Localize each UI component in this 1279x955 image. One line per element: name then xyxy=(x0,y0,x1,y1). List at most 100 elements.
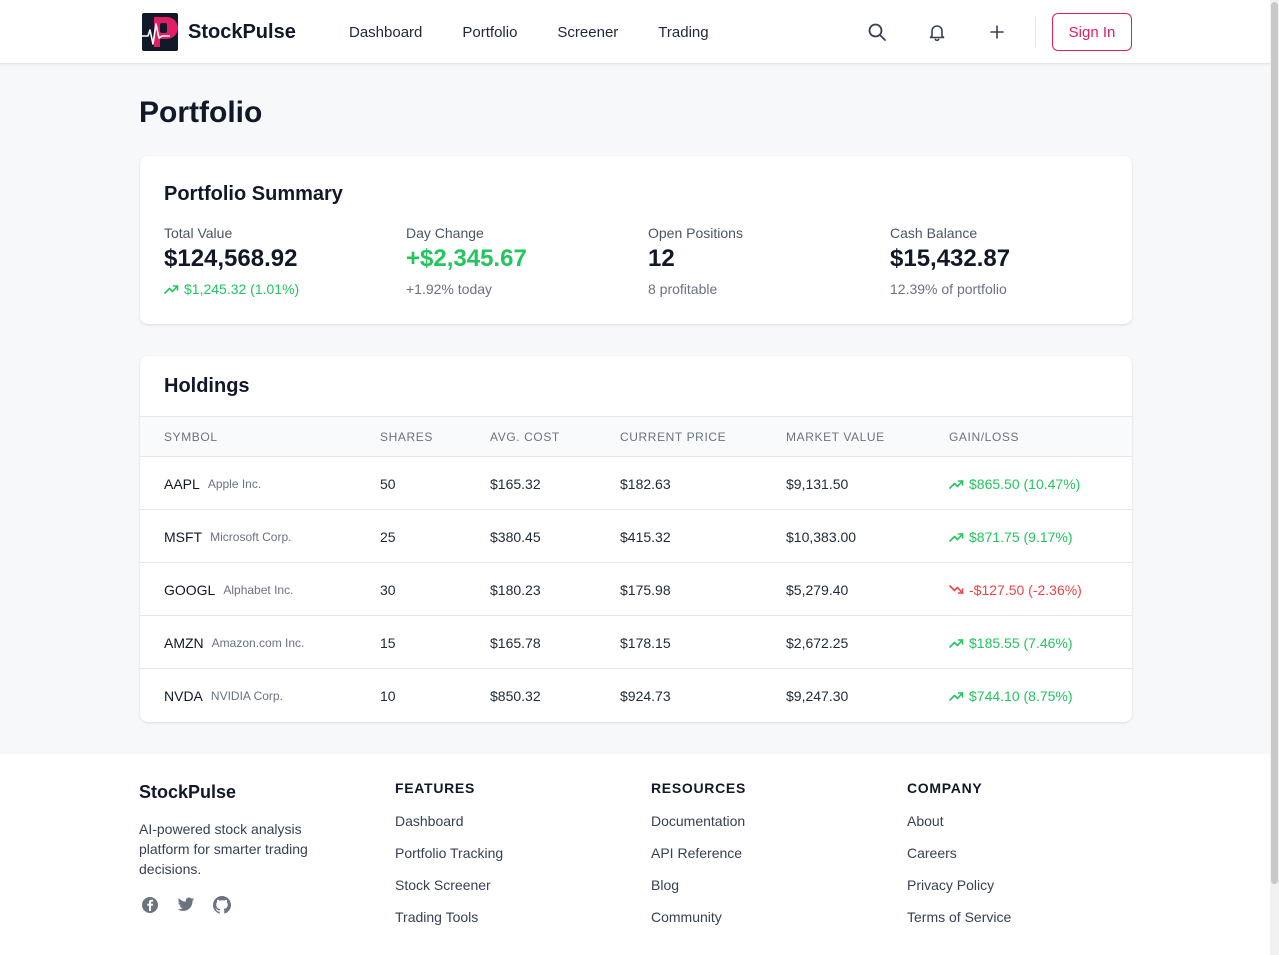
footer-col-title: COMPANY xyxy=(907,780,983,796)
facebook-icon[interactable] xyxy=(140,895,160,915)
stat-value: $124,568.92 xyxy=(164,245,298,272)
avg-cost-cell: $165.78 xyxy=(490,634,541,651)
stat-total-value: Total Value $124,568.92 $1,245.32 (1.01%… xyxy=(164,225,299,297)
footer-col-resources: RESOURCES Documentation API Reference Bl… xyxy=(651,780,746,927)
holdings-title: Holdings xyxy=(164,375,250,397)
current-price-cell: $924.73 xyxy=(620,687,671,704)
nav-screener[interactable]: Screener xyxy=(557,24,618,41)
footer-link-api-reference[interactable]: API Reference xyxy=(651,843,746,863)
stockpulse-logo-icon xyxy=(142,13,178,51)
market-value-cell: $2,672.25 xyxy=(786,634,849,651)
header-divider xyxy=(1035,17,1036,47)
footer-link-trading-tools[interactable]: Trading Tools xyxy=(395,907,503,927)
ticker-symbol[interactable]: NVDA xyxy=(164,688,203,704)
site-footer: StockPulse AI-powered stock analysis pla… xyxy=(0,754,1270,955)
column-header-shares[interactable]: SHARES xyxy=(380,430,433,444)
footer-link-blog[interactable]: Blog xyxy=(651,875,746,895)
nav-trading[interactable]: Trading xyxy=(658,24,708,41)
portfolio-summary-card: Portfolio Summary Total Value $124,568.9… xyxy=(140,156,1132,324)
market-value-cell: $9,247.30 xyxy=(786,687,849,704)
footer-link-documentation[interactable]: Documentation xyxy=(651,811,746,831)
column-header-current-price[interactable]: CURRENT PRICE xyxy=(620,430,726,444)
sign-in-button[interactable]: Sign In xyxy=(1052,13,1132,51)
symbol-cell: NVDA NVIDIA Corp. xyxy=(164,669,283,722)
trending-up-icon xyxy=(164,283,179,295)
company-name: NVIDIA Corp. xyxy=(210,688,283,703)
stat-value: 12 xyxy=(648,245,675,272)
footer-link-privacy-policy[interactable]: Privacy Policy xyxy=(907,875,1011,895)
table-row[interactable]: NVDA NVIDIA Corp. 10 $850.32 $924.73 $9,247.3… xyxy=(140,669,1132,722)
symbol-cell: GOOGL Alphabet Inc. xyxy=(164,563,293,616)
table-row[interactable]: GOOGL Alphabet Inc. 30 $180.23 $175.98 $5,279… xyxy=(140,563,1132,616)
avg-cost-cell: $165.32 xyxy=(490,475,541,492)
stat-value: $15,432.87 xyxy=(890,245,1011,272)
table-row[interactable]: AAPL Apple Inc. 50 $165.32 $182.63 $9,131.50 $… xyxy=(140,457,1132,510)
brand[interactable]: StockPulse xyxy=(140,12,296,52)
table-header: SYMBOL SHARES AVG. COST CURRENT PRICE MA… xyxy=(140,416,1132,457)
table-row[interactable]: AMZN Amazon.com Inc. 15 $165.78 $178.15 $2,67… xyxy=(140,616,1132,669)
ticker-symbol[interactable]: AAPL xyxy=(164,476,200,492)
avg-cost-cell: $850.32 xyxy=(490,687,541,704)
holdings-card: Holdings SYMBOL SHARES AVG. COST CURRENT… xyxy=(140,356,1132,722)
footer-link-portfolio-tracking[interactable]: Portfolio Tracking xyxy=(395,843,503,863)
ticker-symbol[interactable]: MSFT xyxy=(164,529,202,545)
column-header-gain-loss[interactable]: GAIN/LOSS xyxy=(949,430,1019,444)
twitter-icon[interactable] xyxy=(176,895,196,915)
avg-cost-cell: $380.45 xyxy=(490,528,541,545)
stat-sub: 8 profitable xyxy=(648,281,718,297)
footer-col-title: FEATURES xyxy=(395,780,476,796)
column-header-avg-cost[interactable]: AVG. COST xyxy=(490,430,560,444)
trending-up-icon xyxy=(949,690,964,702)
stat-sub: +1.92% today xyxy=(406,281,493,297)
plus-icon[interactable] xyxy=(983,18,1011,46)
footer-brand: StockPulse xyxy=(139,782,237,802)
footer-link-about[interactable]: About xyxy=(907,811,1011,831)
stat-cash-balance: Cash Balance $15,432.87 12.39% of portfo… xyxy=(890,225,1010,297)
company-name: Amazon.com Inc. xyxy=(211,635,305,650)
company-name: Alphabet Inc. xyxy=(223,582,294,597)
gain-loss-cell: $865.50 (10.47%) xyxy=(949,457,1080,510)
current-price-cell: $175.98 xyxy=(620,581,671,598)
footer-col-features: FEATURES Dashboard Portfolio Tracking St… xyxy=(395,780,503,927)
scrollbar-thumb[interactable] xyxy=(1271,2,1278,884)
footer-col-company: COMPANY About Careers Privacy Policy Ter… xyxy=(907,780,1011,927)
footer-link-terms-of-service[interactable]: Terms of Service xyxy=(907,907,1011,927)
shares-cell: 30 xyxy=(380,581,396,598)
main-nav: Dashboard Portfolio Screener Trading xyxy=(349,0,749,64)
column-header-symbol[interactable]: SYMBOL xyxy=(164,430,218,444)
trending-up-icon xyxy=(949,637,964,649)
github-icon[interactable] xyxy=(212,895,232,915)
nav-dashboard[interactable]: Dashboard xyxy=(349,24,422,41)
company-name: Apple Inc. xyxy=(207,476,262,491)
current-price-cell: $178.15 xyxy=(620,634,671,651)
table-row[interactable]: MSFT Microsoft Corp. 25 $380.45 $415.32 $10,3… xyxy=(140,510,1132,563)
column-header-market-value[interactable]: MARKET VALUE xyxy=(786,430,885,444)
shares-cell: 15 xyxy=(380,634,396,651)
search-icon[interactable] xyxy=(863,18,891,46)
shares-cell: 10 xyxy=(380,687,396,704)
stat-day-change: Day Change +$2,345.67 +1.92% today xyxy=(406,225,527,297)
gain-loss-cell: $744.10 (8.75%) xyxy=(949,669,1073,722)
shares-cell: 25 xyxy=(380,528,396,545)
gain-loss-value: $185.55 (7.46%) xyxy=(969,634,1073,651)
symbol-cell: MSFT Microsoft Corp. xyxy=(164,510,291,563)
gain-loss-value: -$127.50 (-2.36%) xyxy=(969,581,1082,598)
current-price-cell: $415.32 xyxy=(620,528,671,545)
footer-link-careers[interactable]: Careers xyxy=(907,843,1011,863)
ticker-symbol[interactable]: AMZN xyxy=(164,635,204,651)
summary-title: Portfolio Summary xyxy=(164,183,343,205)
gain-loss-value: $744.10 (8.75%) xyxy=(969,687,1073,704)
footer-link-dashboard[interactable]: Dashboard xyxy=(395,811,503,831)
bell-icon[interactable] xyxy=(923,18,951,46)
trending-up-icon xyxy=(949,478,964,490)
footer-description: AI-powered stock analysis platform for s… xyxy=(139,821,308,877)
trending-down-icon xyxy=(949,584,964,596)
footer-link-stock-screener[interactable]: Stock Screener xyxy=(395,875,503,895)
ticker-symbol[interactable]: GOOGL xyxy=(164,582,215,598)
gain-loss-value: $871.75 (9.17%) xyxy=(969,528,1073,545)
gain-loss-value: $865.50 (10.47%) xyxy=(969,475,1081,492)
nav-portfolio[interactable]: Portfolio xyxy=(462,24,517,41)
stat-sub: 12.39% of portfolio xyxy=(890,281,1007,297)
gain-loss-cell: $185.55 (7.46%) xyxy=(949,616,1073,669)
footer-link-community[interactable]: Community xyxy=(651,907,746,927)
